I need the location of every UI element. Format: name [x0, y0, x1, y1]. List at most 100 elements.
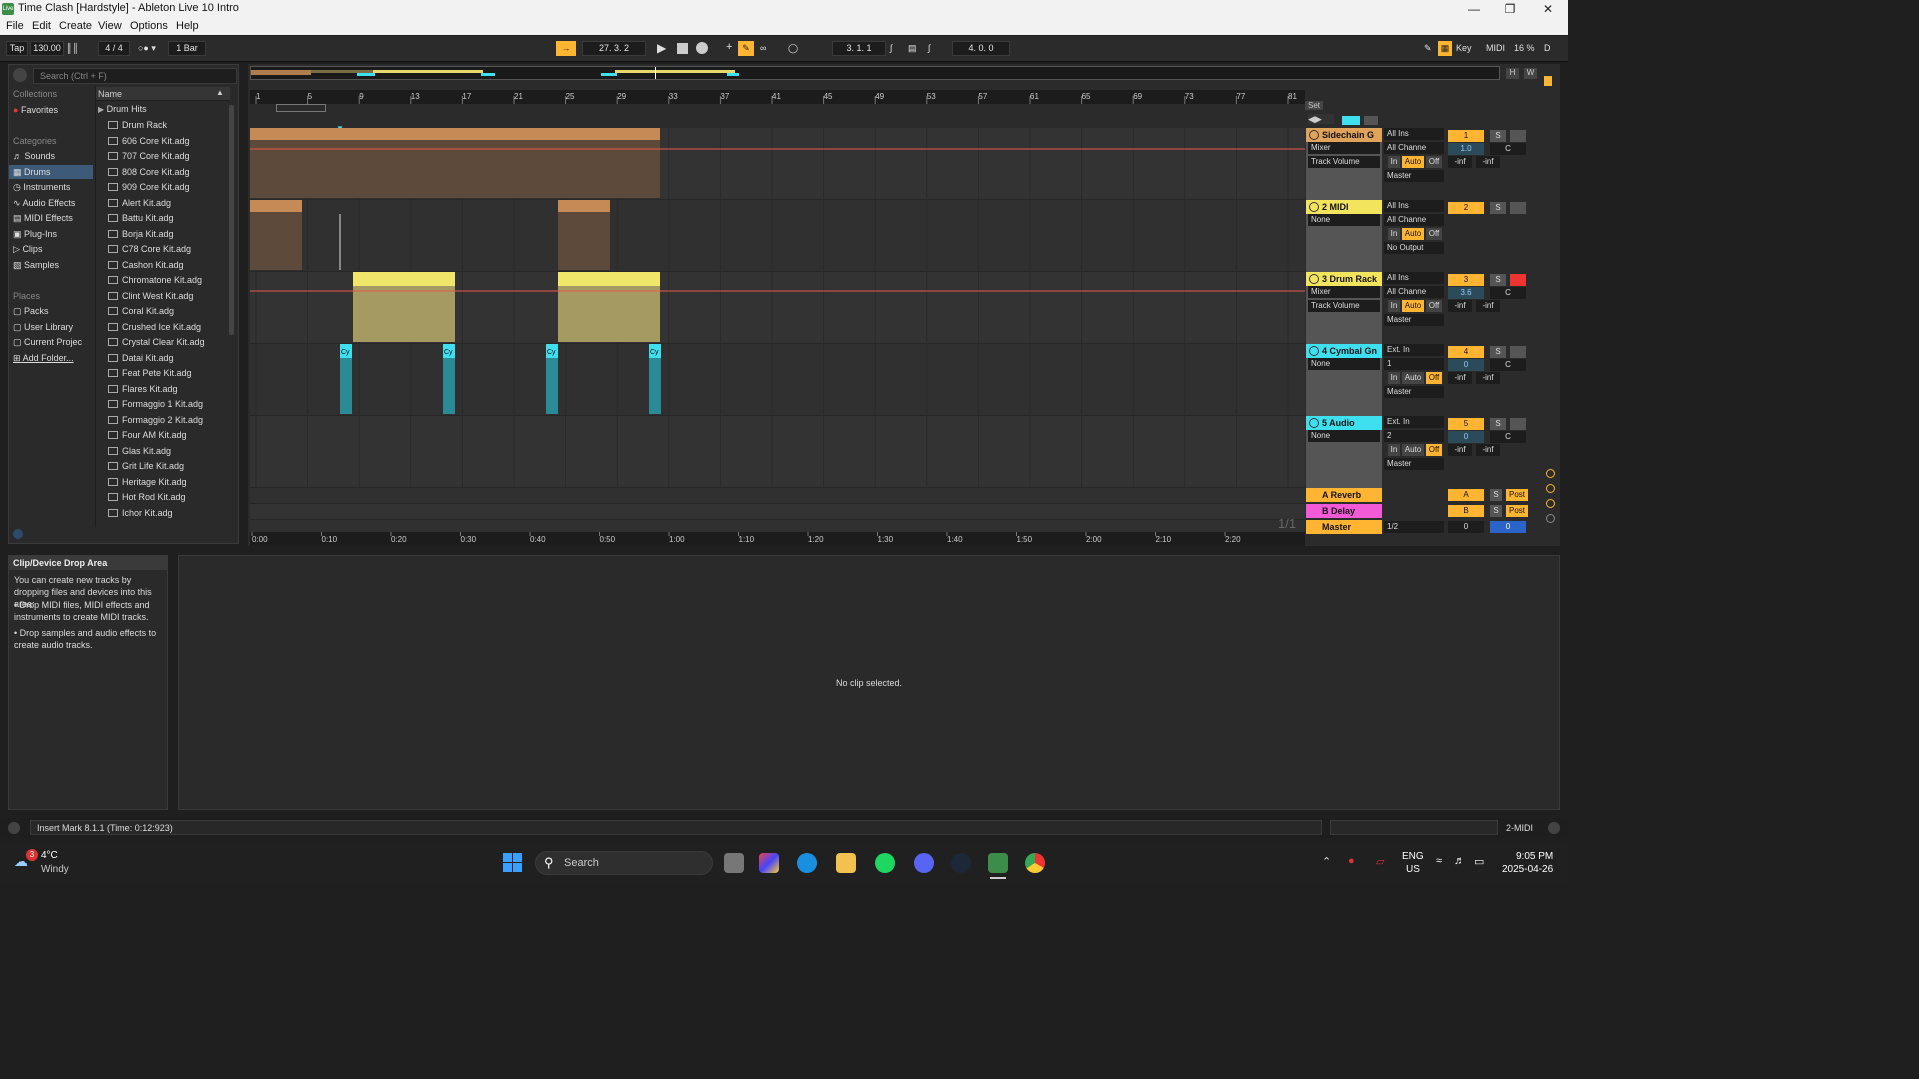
weather-desc[interactable]: Windy	[41, 864, 69, 875]
solo-button[interactable]: S	[1490, 130, 1506, 142]
minimize-button[interactable]: —	[1456, 0, 1492, 18]
menu-edit[interactable]: Edit	[32, 20, 51, 32]
return-solo-button[interactable]: S	[1490, 489, 1502, 501]
list-item[interactable]: Coral Kit.adg	[108, 306, 174, 316]
file-explorer-icon[interactable]	[836, 853, 856, 873]
input-channel[interactable]: 1	[1384, 358, 1444, 370]
battery-icon[interactable]: ▭	[1474, 855, 1484, 868]
info-icon[interactable]	[13, 529, 23, 539]
output-routing[interactable]: Master	[1384, 458, 1444, 470]
mixer-toggle-icon[interactable]	[1544, 76, 1552, 86]
track-fold-icon[interactable]	[1309, 346, 1319, 356]
sidebar-item-clips[interactable]: ▷ Clips	[13, 244, 42, 255]
wrap-button[interactable]: W	[1524, 68, 1537, 79]
volume-field[interactable]: 0	[1448, 359, 1484, 371]
clip-midi[interactable]	[558, 200, 610, 212]
master-track-name[interactable]: Master	[1306, 520, 1382, 534]
arm-button[interactable]	[1510, 418, 1526, 430]
prev-locator-icon[interactable]: ◀	[1308, 114, 1315, 124]
input-channel[interactable]: All Channe	[1384, 142, 1444, 154]
sidebar-item-add-folder[interactable]: ⊞ Add Folder...	[13, 353, 74, 364]
input-type[interactable]: Ext. In	[1384, 416, 1444, 428]
clip-cymbal-body[interactable]	[340, 358, 352, 414]
output-routing[interactable]: Master	[1384, 314, 1444, 326]
list-item[interactable]: C78 Core Kit.adg	[108, 244, 191, 254]
punch-in-icon[interactable]: ∫	[890, 43, 892, 53]
track-fold-icon[interactable]	[1309, 202, 1319, 212]
pan-field[interactable]: C	[1490, 143, 1526, 155]
clip-cymbal-body[interactable]	[546, 358, 558, 414]
device-chooser[interactable]: Mixer	[1308, 142, 1380, 154]
menu-options[interactable]: Options	[130, 20, 168, 32]
clip-cymbal-body[interactable]	[443, 358, 455, 414]
volume-field[interactable]: 1.0	[1448, 143, 1484, 155]
capture-icon[interactable]: ∞	[760, 43, 766, 53]
monitor-auto[interactable]: Auto	[1402, 444, 1424, 456]
device-chooser[interactable]: Mixer	[1308, 286, 1380, 298]
locator-nav[interactable]: ◀▶	[1308, 114, 1334, 124]
wifi-icon[interactable]: ≈	[1436, 855, 1442, 867]
next-locator-icon[interactable]: ▶	[1315, 114, 1322, 124]
parameter-chooser[interactable]: Track Volume	[1308, 156, 1380, 168]
list-item[interactable]: Cashon Kit.adg	[108, 260, 184, 270]
list-item[interactable]: Ichor Kit.adg	[108, 508, 173, 518]
arm-button[interactable]	[1510, 274, 1526, 286]
clip-midi-body[interactable]	[250, 212, 302, 270]
output-routing[interactable]: Master	[1384, 170, 1444, 182]
draw-mode-icon[interactable]: ✎	[1424, 43, 1432, 54]
follow-icon[interactable]	[1342, 116, 1360, 125]
track-number[interactable]: 4	[1448, 346, 1484, 358]
list-item[interactable]: Four AM Kit.adg	[108, 430, 187, 440]
hide-button[interactable]: H	[1506, 68, 1519, 79]
clip-sidechain[interactable]	[250, 128, 660, 140]
mic-muted-icon[interactable]: ▱	[1376, 855, 1384, 868]
tap-button[interactable]: Tap	[6, 41, 28, 56]
browser-toggle-icon[interactable]	[13, 68, 27, 82]
return-track-name[interactable]: A Reverb	[1306, 488, 1382, 502]
loop-brace[interactable]	[276, 104, 326, 112]
returns-toggle-icon[interactable]	[1546, 484, 1555, 493]
arm-button[interactable]	[1510, 346, 1526, 358]
clock-time[interactable]: 9:05 PM	[1516, 851, 1553, 862]
master-quantization[interactable]: 1/2	[1384, 521, 1444, 533]
discord-icon[interactable]	[914, 853, 934, 873]
name-column-header[interactable]: Name	[98, 89, 122, 99]
volume-field[interactable]: 3.6	[1448, 287, 1484, 299]
crossfade-icon[interactable]	[1546, 514, 1555, 523]
solo-button[interactable]: S	[1490, 202, 1506, 214]
lock-icon[interactable]	[1364, 116, 1378, 125]
tray-chevron-icon[interactable]: ⌃	[1322, 855, 1331, 868]
sort-icon[interactable]: ▲	[216, 88, 224, 97]
tempo-field[interactable]: 130.00	[30, 41, 64, 56]
master-pan[interactable]: 0	[1490, 521, 1526, 533]
track-fold-icon[interactable]	[1309, 418, 1319, 428]
sidebar-item-user-library[interactable]: ▢ User Library	[13, 322, 73, 333]
record-icon[interactable]	[696, 42, 708, 54]
taskbar-search[interactable]: ⚲ Search	[535, 851, 713, 875]
track-lanes[interactable]: Cy Cy Cy Cy	[250, 128, 1305, 534]
monitor-auto[interactable]: Auto	[1402, 300, 1424, 312]
input-type[interactable]: All Ins	[1384, 272, 1444, 284]
track-number[interactable]: 2	[1448, 202, 1484, 214]
sidebar-item-favorites[interactable]: ● Favorites	[13, 105, 58, 115]
midi-map-button[interactable]: MIDI	[1486, 43, 1505, 53]
bar-ruler[interactable]: 1 5 9 13 17 21 25 29 33 37 41 45 49 53 57 61 65 69 73 77 81	[250, 90, 1305, 104]
monitor-in[interactable]: In	[1388, 156, 1400, 168]
solo-button[interactable]: S	[1490, 346, 1506, 358]
weather-temp[interactable]: 4°C	[41, 850, 58, 861]
list-item[interactable]: Chromatone Kit.adg	[108, 275, 202, 285]
list-item[interactable]: Alert Kit.adg	[108, 198, 171, 208]
device-chooser[interactable]: None	[1308, 430, 1380, 442]
sidebar-item-current-project[interactable]: ▢ Current Projec	[13, 337, 82, 348]
edge-icon[interactable]	[797, 853, 817, 873]
spotify-icon[interactable]	[875, 853, 895, 873]
track-lane[interactable]	[250, 416, 1305, 488]
clip-cymbal-body[interactable]	[649, 358, 661, 414]
return-track-name[interactable]: B Delay	[1306, 504, 1382, 518]
list-item[interactable]: Datai Kit.adg	[108, 353, 174, 363]
automation-arm-icon[interactable]: ✎	[738, 41, 754, 56]
monitor-auto[interactable]: Auto	[1402, 156, 1424, 168]
menu-help[interactable]: Help	[176, 20, 199, 32]
list-item[interactable]: Drum Rack	[108, 120, 167, 130]
input-type[interactable]: All Ins	[1384, 128, 1444, 140]
